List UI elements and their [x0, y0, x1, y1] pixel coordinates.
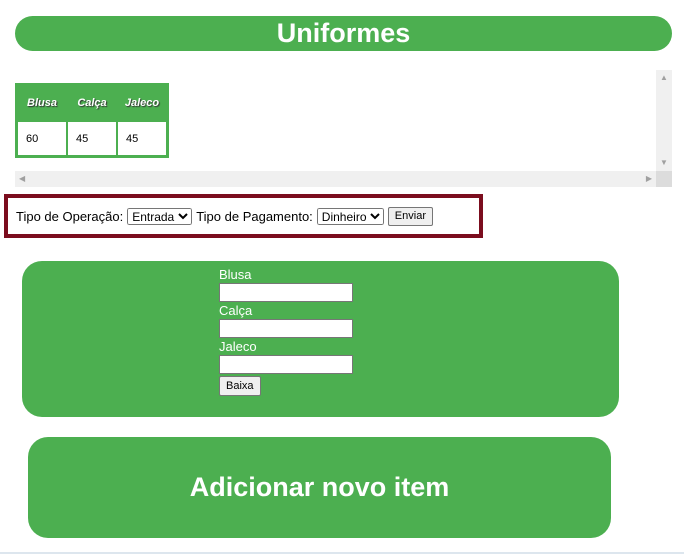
horizontal-scrollbar[interactable]: ◀ ▶	[15, 171, 656, 187]
table-row: 60 45 45	[18, 122, 166, 155]
operation-type-label: Tipo de Operação:	[16, 208, 124, 224]
scroll-left-icon[interactable]: ◀	[19, 175, 25, 183]
table-header-row: Blusa Calça Jaleco	[18, 86, 166, 120]
operation-form: Tipo de Operação: Entrada Tipo de Pagame…	[4, 194, 483, 238]
jaleco-label: Jaleco	[219, 339, 257, 354]
scroll-down-icon[interactable]: ▼	[660, 159, 668, 167]
send-button[interactable]: Enviar	[387, 206, 433, 226]
table-header-blusa: Blusa	[27, 97, 57, 109]
withdraw-form-panel: Blusa Calça Jaleco Baixa	[22, 261, 619, 417]
payment-type-label: Tipo de Pagamento:	[196, 208, 313, 224]
stock-table: Blusa Calça Jaleco 60 45 45	[15, 83, 169, 158]
calca-label: Calça	[219, 303, 253, 318]
table-header-calca: Calça	[77, 97, 107, 109]
vertical-scrollbar[interactable]: ▲ ▼	[656, 70, 672, 171]
blusa-label: Blusa	[219, 267, 252, 282]
add-new-item-button[interactable]: Adicionar novo item	[28, 437, 611, 538]
page-title: Uniformes	[15, 16, 672, 51]
blusa-input[interactable]	[219, 283, 353, 302]
stock-scroll-area[interactable]: Blusa Calça Jaleco 60 45 45 ▲ ▼ ◀ ▶	[15, 70, 672, 187]
withdraw-form: Blusa Calça Jaleco Baixa	[219, 268, 353, 396]
page: Uniformes Blusa Calça Jaleco 60 45 45 ▲ …	[0, 0, 684, 554]
calca-input[interactable]	[219, 319, 353, 338]
scroll-corner	[656, 171, 672, 187]
scroll-right-icon[interactable]: ▶	[646, 175, 652, 183]
table-header-jaleco: Jaleco	[124, 97, 160, 109]
table-cell-blusa: 60	[18, 122, 66, 155]
table-cell-jaleco: 45	[118, 122, 166, 155]
payment-type-select[interactable]: Dinheiro	[316, 207, 384, 225]
baixa-button[interactable]: Baixa	[219, 376, 261, 396]
jaleco-input[interactable]	[219, 355, 353, 374]
operation-type-select[interactable]: Entrada	[127, 207, 193, 225]
scroll-up-icon[interactable]: ▲	[660, 74, 668, 82]
table-cell-calca: 45	[68, 122, 116, 155]
